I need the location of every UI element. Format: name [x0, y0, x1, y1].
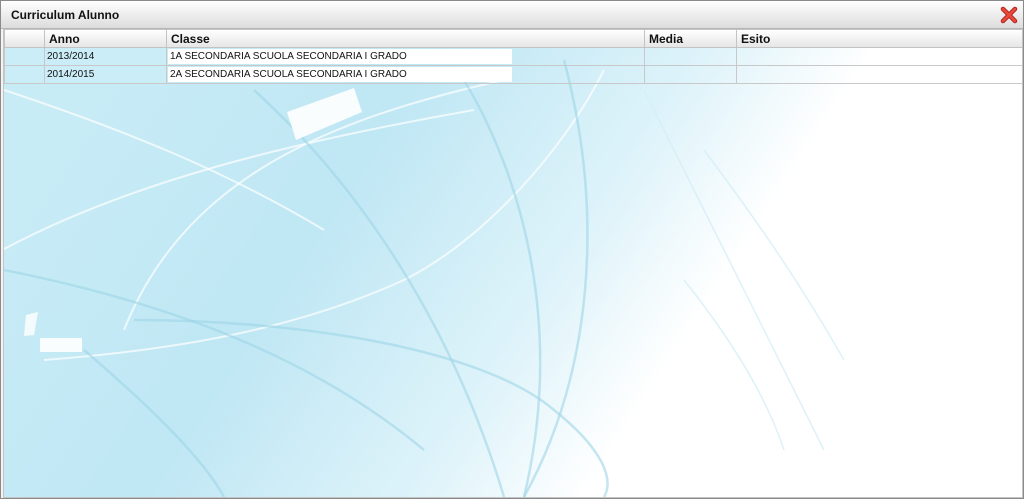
table-row[interactable]: 2013/2014 1A SECONDARIA SCUOLA SECONDARI… [4, 47, 1022, 66]
dialog-title: Curriculum Alunno [11, 8, 120, 22]
row-selector[interactable] [4, 65, 45, 84]
close-icon[interactable] [1000, 6, 1018, 24]
globe-background-image [4, 30, 1022, 497]
anno-cell: 2013/2014 [44, 47, 167, 66]
column-header-select[interactable] [4, 30, 45, 48]
media-cell [644, 47, 737, 66]
dialog-content: Anno Classe Media Esito 2013/2014 1A SEC… [3, 29, 1023, 498]
column-header-esito[interactable]: Esito [736, 30, 1022, 48]
column-header-media[interactable]: Media [644, 30, 737, 48]
esito-cell [736, 65, 1022, 84]
dialog-titlebar: Curriculum Alunno [1, 1, 1023, 29]
classe-text: 1A SECONDARIA SCUOLA SECONDARIA I GRADO [168, 49, 512, 64]
curriculum-dialog: Curriculum Alunno Anno Classe Media Esit… [0, 0, 1024, 499]
esito-cell [736, 47, 1022, 66]
table-header-row: Anno Classe Media Esito [4, 30, 1022, 48]
anno-cell: 2014/2015 [44, 65, 167, 84]
table-row[interactable]: 2014/2015 2A SECONDARIA SCUOLA SECONDARI… [4, 65, 1022, 84]
column-header-anno[interactable]: Anno [44, 30, 167, 48]
classe-text: 2A SECONDARIA SCUOLA SECONDARIA I GRADO [168, 67, 512, 82]
row-selector[interactable] [4, 47, 45, 66]
media-cell [644, 65, 737, 84]
classe-cell: 1A SECONDARIA SCUOLA SECONDARIA I GRADO [166, 47, 645, 66]
curriculum-table: Anno Classe Media Esito 2013/2014 1A SEC… [4, 30, 1022, 84]
column-header-classe[interactable]: Classe [166, 30, 645, 48]
classe-cell: 2A SECONDARIA SCUOLA SECONDARIA I GRADO [166, 65, 645, 84]
